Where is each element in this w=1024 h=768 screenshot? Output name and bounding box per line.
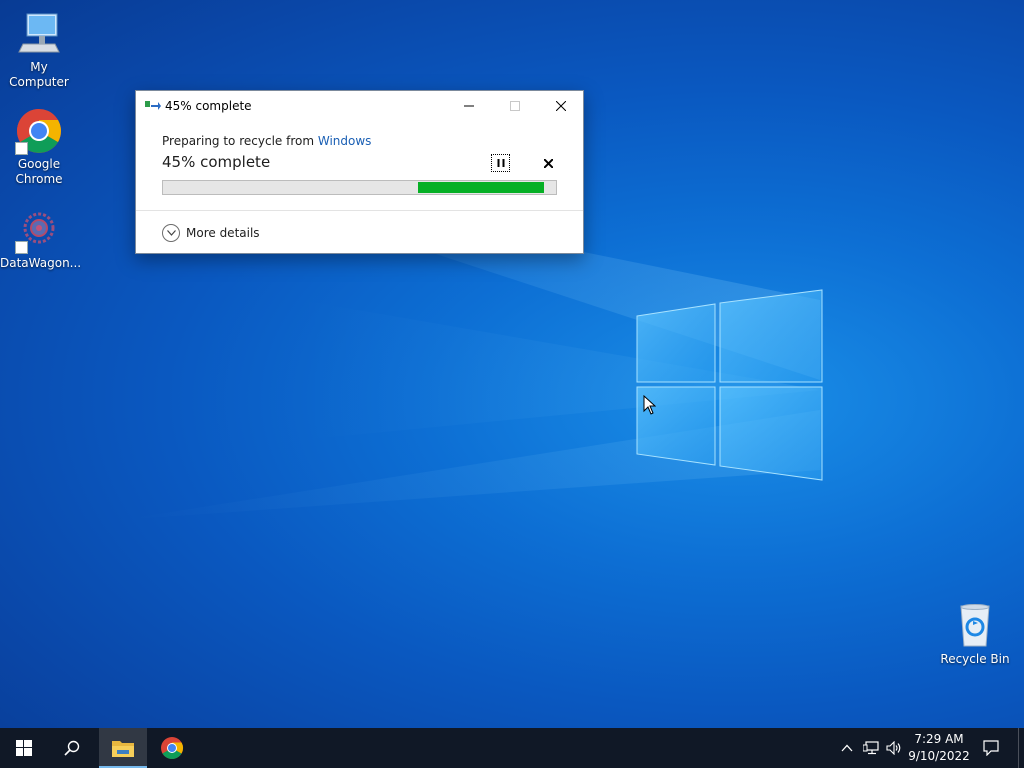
network-button[interactable] [860,728,882,768]
status-text: Preparing to recycle from [162,134,315,148]
search-icon [64,740,80,756]
progress-bar-fill [418,182,544,193]
pause-icon [497,159,504,167]
dialog-title-bar[interactable]: 45% complete [136,91,583,121]
desktop-icon-label: Recycle Bin [940,652,1010,666]
source-location-link[interactable]: Windows [318,134,372,148]
more-details-label: More details [186,226,260,240]
chevron-up-icon [841,744,853,752]
action-center-button[interactable] [975,728,1007,768]
desktop-icon-label: DataWagon... [0,256,82,270]
show-desktop-button[interactable] [1018,728,1019,768]
cancel-button[interactable] [539,154,557,172]
start-icon [16,740,32,756]
search-button[interactable] [48,728,96,768]
desktop-icon-my-computer[interactable]: My Computer [0,10,78,90]
shortcut-arrow-icon [15,142,28,155]
minimize-icon [464,105,474,107]
recycle-progress-dialog[interactable]: 45% complete Preparing to recycle from W… [135,90,584,254]
file-operation-icon [145,101,161,110]
show-hidden-icons-button[interactable] [836,728,858,768]
dialog-divider [136,210,583,211]
start-button[interactable] [0,728,48,768]
clock[interactable]: 7:29 AM 9/10/2022 [906,731,972,765]
percent-complete-heading: 45% complete [162,153,271,171]
more-details-toggle[interactable]: More details [162,223,260,243]
network-icon [863,741,879,755]
computer-icon [15,10,63,58]
taskbar-file-explorer[interactable] [99,728,147,768]
pause-button[interactable] [491,154,510,172]
dialog-title: 45% complete [165,99,252,113]
desktop-icon-label: Google Chrome [15,157,63,186]
cancel-icon [543,158,553,168]
volume-icon [886,741,901,755]
desktop-icon-datawagon[interactable]: DataWagon... [0,206,82,271]
chevron-down-icon [162,224,180,242]
maximize-button[interactable] [492,91,538,121]
desktop-icon-label: My Computer [9,60,69,89]
file-explorer-icon [112,741,134,757]
datawagon-icon [15,206,63,254]
shortcut-arrow-icon [15,241,28,254]
desktop-icon-recycle-bin[interactable]: Recycle Bin [936,602,1014,667]
close-icon [556,101,566,111]
chrome-icon [161,737,183,759]
taskbar: 7:29 AM 9/10/2022 [0,728,1024,768]
clock-time: 7:29 AM [914,732,964,746]
notifications-icon [983,740,999,756]
taskbar-google-chrome[interactable] [148,728,196,768]
close-button[interactable] [538,91,584,121]
volume-button[interactable] [883,728,905,768]
mouse-pointer-icon [643,395,656,415]
clock-date: 9/10/2022 [908,749,970,763]
desktop-icon-google-chrome[interactable]: Google Chrome [0,107,78,187]
progress-bar [162,180,557,195]
recycle-bin-icon [951,602,999,650]
minimize-button[interactable] [446,91,492,121]
desktop: My Computer Google Chrome DataWagon... R… [0,0,1024,728]
maximize-icon [510,101,520,111]
status-line: Preparing to recycle from Windows [162,134,371,148]
chrome-icon [15,107,63,155]
